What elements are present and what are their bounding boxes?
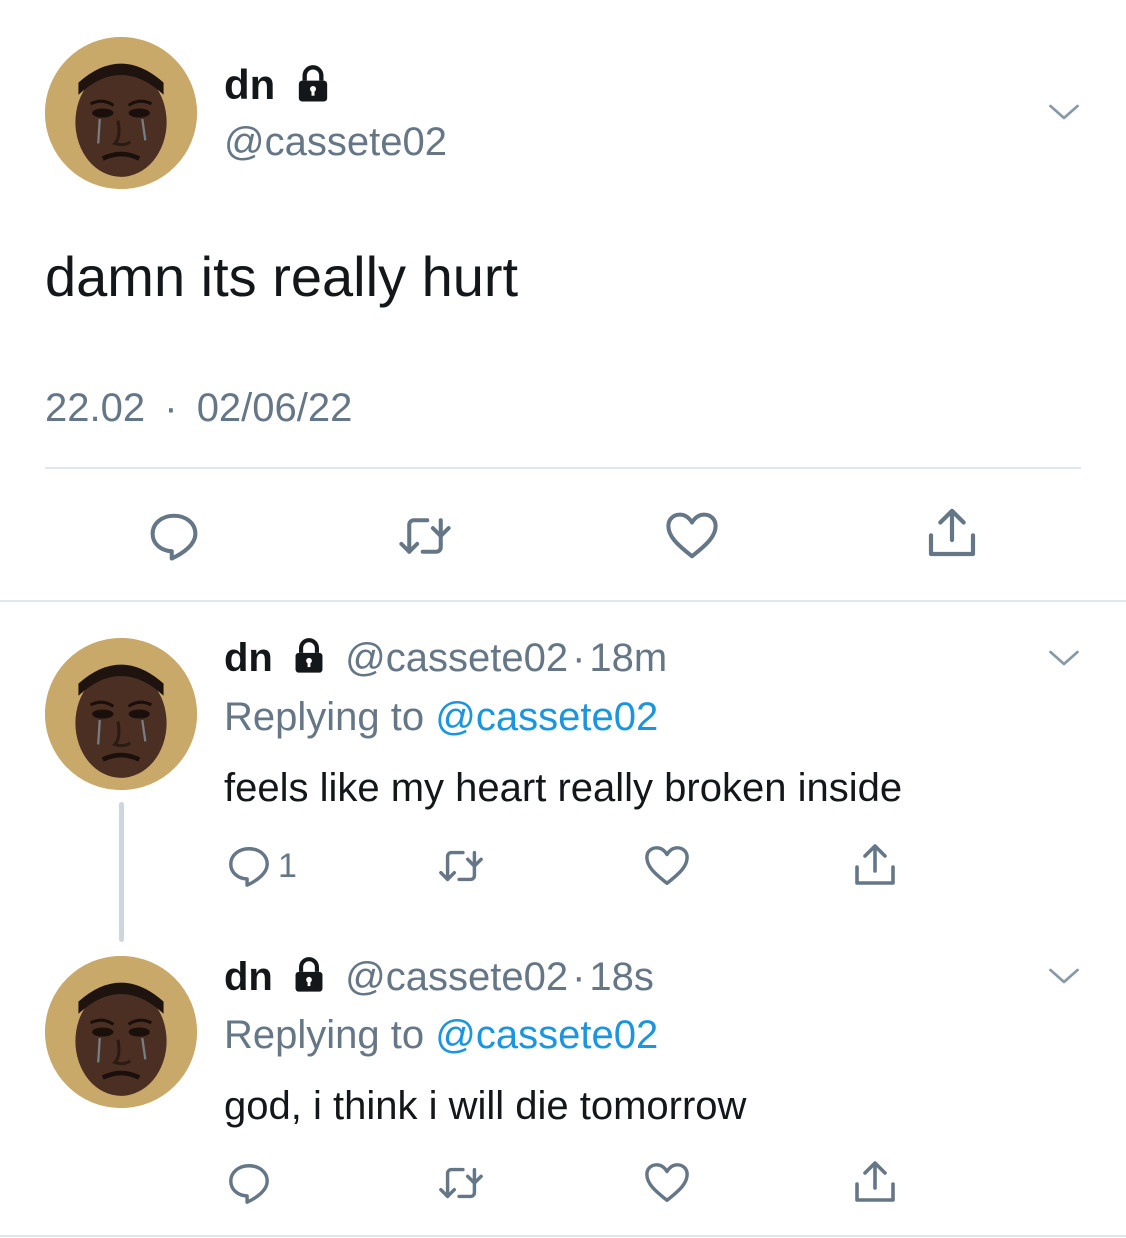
retweet-button[interactable] [435, 1160, 487, 1206]
replying-label: Replying to [224, 1013, 425, 1057]
date: 02/06/22 [196, 386, 353, 430]
chevron-down-icon[interactable] [1046, 640, 1082, 676]
retweet-button[interactable] [396, 509, 454, 563]
divider [45, 467, 1081, 469]
reply-button[interactable] [147, 509, 201, 563]
share-icon [924, 505, 980, 561]
display-name[interactable]: dn [224, 955, 273, 999]
chevron-down-icon[interactable] [1046, 94, 1082, 130]
handle[interactable]: @cassete02 [345, 636, 568, 680]
heart-icon [642, 843, 692, 889]
like-button[interactable] [642, 843, 692, 889]
mention-link[interactable]: @cassete02 [435, 1013, 658, 1057]
tweet-text: damn its really hurt [45, 245, 519, 308]
lock-icon [290, 956, 328, 994]
heart-icon [642, 1160, 692, 1206]
replying-to: Replying to @cassete02 [224, 1011, 658, 1059]
share-button[interactable] [851, 1158, 899, 1206]
replying-to: Replying to @cassete02 [224, 693, 658, 741]
tweet-header: dn @cassete02 · 18m [224, 634, 667, 682]
reply-icon [226, 1160, 272, 1206]
avatar[interactable] [45, 956, 197, 1108]
handle[interactable]: @cassete02 [224, 118, 447, 166]
display-name[interactable]: dn [224, 61, 275, 108]
like-button[interactable] [664, 509, 720, 563]
section-divider [0, 600, 1126, 602]
mention-link[interactable]: @cassete02 [435, 695, 658, 739]
bottom-divider [0, 1235, 1126, 1237]
share-button[interactable] [924, 505, 980, 561]
reply-icon [226, 843, 272, 889]
share-icon [851, 1158, 899, 1206]
avatar[interactable] [45, 37, 197, 189]
retweet-icon [396, 509, 454, 563]
chevron-down-icon[interactable] [1046, 958, 1082, 994]
avatar[interactable] [45, 638, 197, 790]
lock-icon [293, 64, 333, 104]
tweet-age: 18s [589, 955, 654, 999]
thread-line [119, 802, 124, 942]
time: 22.02 [45, 386, 146, 430]
reply-icon [147, 509, 201, 563]
reply-button[interactable] [226, 1160, 272, 1206]
tweet-age: 18m [589, 636, 668, 680]
heart-icon [664, 509, 720, 563]
reply-count: 1 [278, 846, 297, 885]
tweet-header: dn @cassete02 · 18s [224, 953, 654, 1001]
retweet-icon [435, 1160, 487, 1206]
separator: · [572, 636, 586, 680]
handle[interactable]: @cassete02 [345, 955, 568, 999]
lock-icon [290, 637, 328, 675]
tweet-text: god, i think i will die tomorrow [224, 1084, 747, 1128]
display-name[interactable]: dn [224, 636, 273, 680]
retweet-button[interactable] [435, 843, 487, 889]
share-icon [851, 841, 899, 889]
share-button[interactable] [851, 841, 899, 889]
separator: · [164, 386, 178, 430]
retweet-icon [435, 843, 487, 889]
like-button[interactable] [642, 1160, 692, 1206]
replying-label: Replying to [224, 695, 425, 739]
reply-button[interactable]: 1 [226, 843, 297, 889]
tweet-text: feels like my heart really broken inside [224, 766, 903, 810]
timestamp: 22.02 · 02/06/22 [45, 384, 352, 432]
separator: · [572, 955, 586, 999]
